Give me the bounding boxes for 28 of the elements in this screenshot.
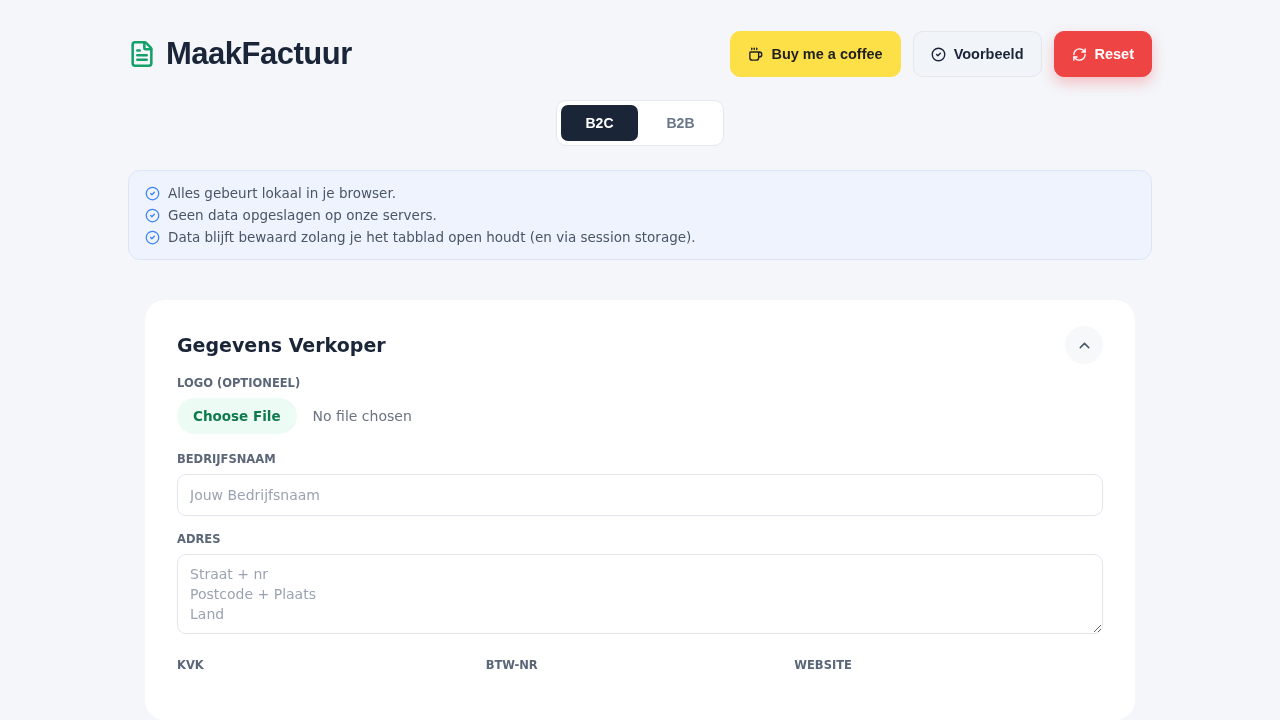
field-label: WEBSITE (794, 658, 853, 672)
check-circle-icon (930, 46, 946, 62)
mode-tab[interactable]: B2C (561, 105, 638, 141)
address-field[interactable]: Straat + nr Postcode + Plaats Land (177, 554, 1103, 634)
collapse-button[interactable] (1065, 326, 1103, 364)
field-label: KVK (177, 658, 205, 672)
check-circle-icon (145, 229, 160, 245)
document-icon (128, 40, 156, 68)
mode-tab[interactable]: B2B (642, 105, 719, 141)
preview-button[interactable]: Voorbeeld (912, 31, 1042, 77)
brand-name: MaakFactuur (166, 36, 352, 72)
refresh-icon (1071, 46, 1087, 62)
notice-text: Alles gebeurt lokaal in je browser. (168, 185, 396, 201)
choose-file-button[interactable]: Choose File (177, 398, 297, 434)
coffee-button[interactable]: Buy me a coffee (730, 31, 901, 77)
field-label: LOGO (OPTIONEEL) (177, 376, 302, 390)
notice-text: Geen data opgeslagen op onze servers. (168, 207, 437, 223)
field-label: BEDRIJFSNAAM (177, 452, 277, 466)
field-label: BTW-NR (485, 658, 539, 672)
field-label: ADRES (177, 532, 222, 546)
company-name-field[interactable]: Jouw Bedrijfsnaam (177, 474, 1103, 516)
file-status: No file chosen (312, 408, 412, 424)
section-title: Gegevens Verkoper (177, 334, 386, 356)
check-circle-icon (145, 185, 160, 201)
reset-button[interactable]: Reset (1053, 31, 1152, 77)
coffee-cup-icon (748, 46, 764, 62)
check-circle-icon (145, 207, 160, 223)
notice-text: Data blijft bewaard zolang je het tabblad open houdt (en via session storage). (168, 229, 696, 245)
